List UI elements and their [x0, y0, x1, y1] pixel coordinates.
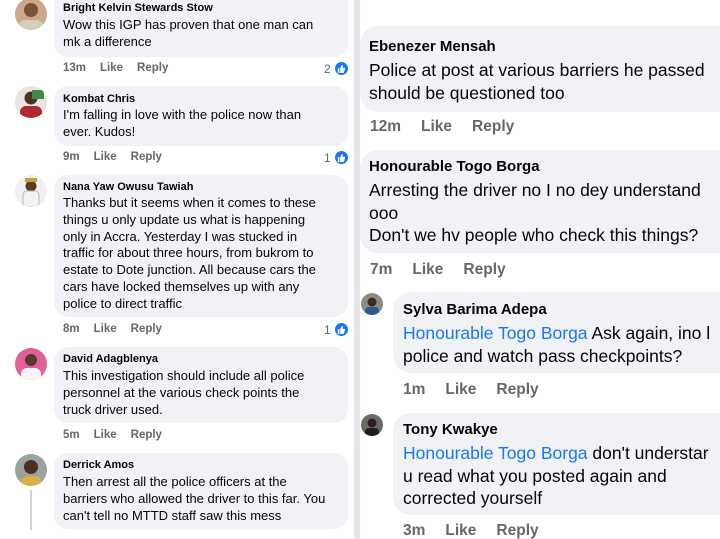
comment-time[interactable]: 12m — [370, 118, 401, 136]
reaction-count: 1 — [324, 150, 331, 165]
comment-text: I'm falling in love with the police now … — [63, 107, 302, 139]
like-button[interactable]: Like — [445, 381, 476, 399]
comment-author[interactable]: Honourable Togo Borga — [369, 158, 540, 175]
thumbs-up-icon — [333, 150, 349, 165]
reply-text: Honourable Togo Borga Ask again, ino l p… — [403, 322, 710, 367]
comment-text: Arresting the driver no I no dey underst… — [369, 180, 701, 245]
thumbs-up-icon — [333, 61, 349, 76]
comment-time[interactable]: 5m — [63, 429, 80, 441]
comment-text: Wow this IGP has proven that one man can… — [63, 17, 314, 49]
comment-actions: 5m Like Reply — [63, 429, 176, 441]
comment-time[interactable]: 3m — [403, 522, 425, 539]
mention-link[interactable]: Honourable Togo Borga — [403, 443, 588, 463]
reaction-summary[interactable]: 1 — [324, 322, 349, 337]
left-comments-panel: Bright Kelvin Stewards Stow Wow this IGP… — [0, 0, 354, 539]
comment-text: Police at post at various barriers he pa… — [369, 60, 705, 103]
reaction-count: 1 — [324, 322, 331, 337]
reply-author[interactable]: Sylva Barima Adepa — [403, 301, 547, 318]
like-button[interactable]: Like — [94, 429, 117, 441]
comment-text: Then arrest all the police officers at t… — [63, 474, 326, 523]
avatar[interactable] — [15, 175, 47, 207]
reply-button[interactable]: Reply — [131, 151, 162, 163]
like-button[interactable]: Like — [412, 261, 443, 279]
right-comments-panel: Ebenezer Mensah Police at post at variou… — [360, 0, 720, 539]
comment-actions: 12m Like Reply — [370, 118, 534, 136]
comment-time[interactable]: 1m — [403, 381, 425, 399]
reply-actions: 3m Like Reply — [403, 522, 559, 539]
thumbs-up-icon — [333, 322, 349, 337]
reply-text: Honourable Togo Borga don't understar u … — [403, 442, 709, 510]
reply-author[interactable]: Tony Kwakye — [403, 421, 498, 438]
thread-line — [30, 490, 32, 530]
reply-actions: 1m Like Reply — [403, 381, 559, 399]
comment-author[interactable]: David Adagblenya — [63, 353, 158, 365]
reply-button[interactable]: Reply — [137, 62, 168, 74]
comment-text: This investigation should include all po… — [63, 368, 305, 417]
comment-time[interactable]: 7m — [370, 261, 392, 279]
like-button[interactable]: Like — [421, 118, 452, 136]
reply-button[interactable]: Reply — [131, 429, 162, 441]
comment-author[interactable]: Bright Kelvin Stewards Stow — [63, 2, 213, 14]
comment-text: Thanks but it seems when it comes to the… — [63, 195, 316, 311]
comment-actions: 13m Like Reply — [63, 62, 182, 74]
avatar[interactable] — [15, 0, 47, 30]
comment-actions: 9m Like Reply — [63, 151, 176, 163]
comment-time[interactable]: 13m — [63, 62, 86, 74]
comment-author[interactable]: Kombat Chris — [63, 93, 135, 105]
avatar[interactable] — [15, 86, 47, 118]
mention-link[interactable]: Honourable Togo Borga — [403, 323, 588, 343]
like-button[interactable]: Like — [100, 62, 123, 74]
comment-time[interactable]: 8m — [63, 323, 80, 335]
comment-actions: 7m Like Reply — [370, 261, 526, 279]
reaction-summary[interactable]: 2 — [324, 61, 349, 76]
like-button[interactable]: Like — [94, 151, 117, 163]
avatar[interactable] — [361, 414, 383, 436]
comment-actions: 8m Like Reply — [63, 323, 176, 335]
reaction-count: 2 — [324, 61, 331, 76]
reply-button[interactable]: Reply — [496, 522, 538, 539]
reaction-summary[interactable]: 1 — [324, 150, 349, 165]
like-button[interactable]: Like — [445, 522, 476, 539]
reply-button[interactable]: Reply — [496, 381, 538, 399]
reply-button[interactable]: Reply — [131, 323, 162, 335]
reply-button[interactable]: Reply — [472, 118, 514, 136]
avatar[interactable] — [361, 293, 383, 315]
comment-author[interactable]: Ebenezer Mensah — [369, 38, 496, 55]
comment-author[interactable]: Nana Yaw Owusu Tawiah — [63, 181, 193, 193]
reply-button[interactable]: Reply — [463, 261, 505, 279]
like-button[interactable]: Like — [94, 323, 117, 335]
avatar[interactable] — [15, 454, 47, 486]
avatar[interactable] — [15, 348, 47, 380]
comment-time[interactable]: 9m — [63, 151, 80, 163]
comment-author[interactable]: Derrick Amos — [63, 459, 134, 471]
